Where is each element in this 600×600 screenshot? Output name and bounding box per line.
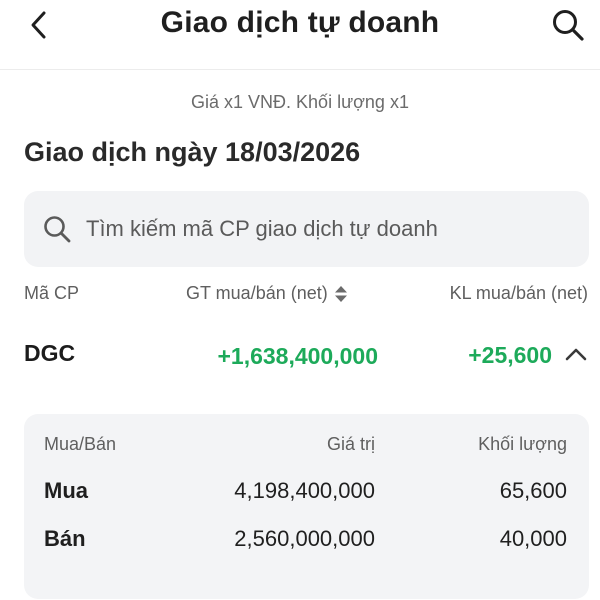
column-header-net-value[interactable]: GT mua/bán (net) (186, 283, 348, 304)
detail-volume-sell: 40,000 (499, 526, 567, 551)
detail-value-sell: 2,560,000,000 (234, 526, 375, 551)
column-header-net-volume: KL mua/bán (net) (449, 283, 588, 303)
date-heading: Giao dịch ngày 18/03/2026 (24, 137, 361, 167)
search-button[interactable] (548, 5, 588, 45)
detail-side-buy: Mua (44, 478, 88, 503)
search-input[interactable] (86, 216, 566, 242)
column-header-code: Mã CP (24, 283, 80, 303)
app-header: Giao dịch tự doanh (0, 0, 600, 70)
unit-note: Giá x1 VNĐ. Khối lượng x1 (191, 92, 409, 112)
detail-value-buy: 4,198,400,000 (234, 478, 375, 503)
sort-icon[interactable] (334, 284, 348, 304)
chevron-up-icon (565, 348, 587, 361)
search-bar[interactable] (24, 191, 589, 267)
column-header-net-value-label: GT mua/bán (net) (186, 283, 328, 303)
stock-code: DGC (24, 340, 76, 366)
detail-header-side: Mua/Bán (44, 434, 117, 454)
row-detail-panel: Mua/Bán Giá trị Khối lượng Mua 4,198,400… (24, 414, 589, 599)
detail-header-value: Giá trị (326, 434, 375, 454)
collapse-row-button[interactable] (560, 338, 592, 370)
detail-side-sell: Bán (44, 526, 86, 551)
search-icon (44, 216, 71, 243)
net-volume: +25,600 (468, 342, 552, 368)
page-title: Giao dịch tự doanh (160, 6, 440, 39)
detail-volume-buy: 65,600 (499, 478, 567, 503)
net-value: +1,638,400,000 (217, 343, 378, 369)
search-icon (553, 10, 584, 41)
detail-header-volume: Khối lượng (478, 434, 567, 454)
